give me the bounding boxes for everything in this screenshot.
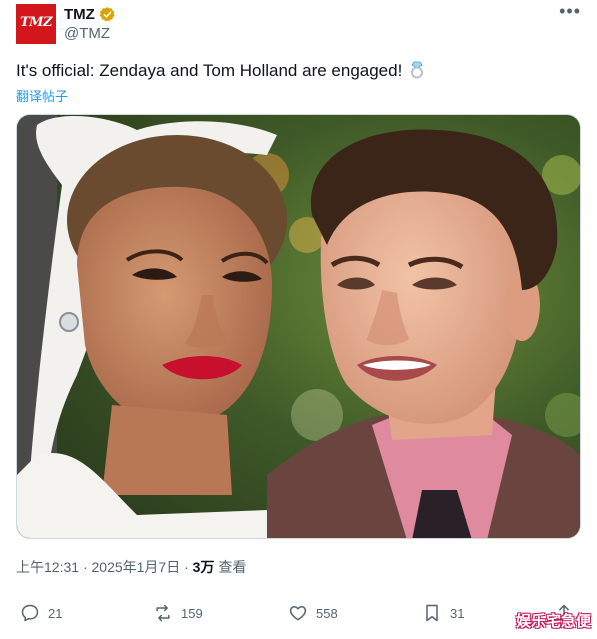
tweet-header: TMZ TMZ @TMZ ••• <box>16 2 581 44</box>
avatar[interactable]: TMZ <box>16 4 56 44</box>
translate-post-link[interactable]: 翻译帖子 <box>16 86 68 105</box>
tweet-photo[interactable] <box>16 114 581 539</box>
avatar-logo: TMZ <box>19 15 53 30</box>
views-count: 3万 <box>192 559 215 575</box>
heart-icon <box>289 606 307 621</box>
ring-icon <box>411 61 424 79</box>
repost-count: 159 <box>181 605 203 621</box>
tweet-text: It's official: Zendaya and Tom Holland a… <box>16 60 425 82</box>
bookmark-icon <box>426 604 438 622</box>
tweet-body: It's official: Zendaya and Tom Holland a… <box>16 61 403 80</box>
views-label: 查看 <box>218 559 247 575</box>
account-handle[interactable]: @TMZ <box>64 25 110 42</box>
like-button[interactable]: 558 <box>288 598 338 628</box>
repost-button[interactable]: 159 <box>153 598 203 628</box>
like-count: 558 <box>316 605 338 621</box>
reply-icon <box>21 604 39 622</box>
display-name[interactable]: TMZ <box>64 6 95 23</box>
reply-count: 21 <box>48 605 63 621</box>
verified-badge-icon <box>99 6 115 21</box>
meta-separator: · <box>184 559 189 575</box>
bookmark-button[interactable]: 31 <box>422 598 464 628</box>
meta-separator: · <box>82 559 88 575</box>
post-date[interactable]: 2025年1月7日 <box>92 559 181 575</box>
watermark: 娱乐宅急便 <box>515 613 591 630</box>
repost-icon <box>156 604 170 622</box>
name-row: TMZ <box>64 5 116 23</box>
engagement-photo <box>17 115 580 538</box>
post-time[interactable]: 上午12:31 <box>16 559 79 575</box>
reply-button[interactable]: 21 <box>20 598 62 628</box>
bookmark-count: 31 <box>450 605 465 621</box>
tweet-meta: 上午12:31 · 2025年1月7日 · 3万 查看 <box>16 557 246 577</box>
action-bar: 21 159 558 31 <box>16 598 581 628</box>
more-options-icon[interactable]: ••• <box>559 2 581 20</box>
